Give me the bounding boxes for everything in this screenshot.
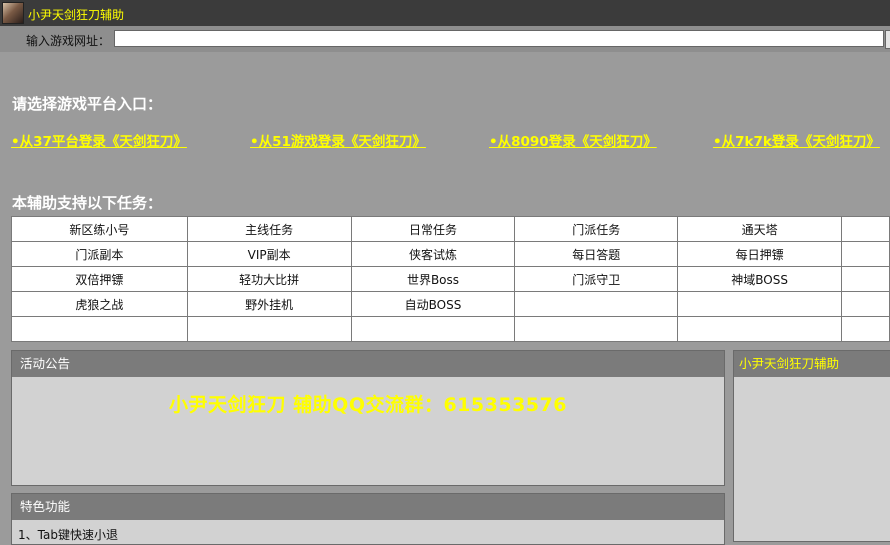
announcement-panel: 活动公告 小尹天剑狂刀 辅助QQ交流群：615353576: [11, 350, 725, 486]
task-cell: 双倍押镖: [11, 266, 188, 292]
platform-link-7k7k[interactable]: •从7k7k登录《天剑狂刀》: [713, 130, 880, 150]
task-cell: [841, 216, 890, 242]
task-table: 新区练小号 主线任务 日常任务 门派任务 通天塔 门派副本 VIP副本 侠客试炼 每日答题 每日押…: [11, 216, 890, 342]
platform-link-8090[interactable]: •从8090登录《天剑狂刀》: [489, 130, 657, 150]
task-cell: [350, 316, 516, 342]
window-title: 小尹天剑狂刀辅助: [28, 8, 125, 22]
features-title: 特色功能: [12, 494, 724, 520]
url-bar: 输入游戏网址：: [0, 26, 890, 52]
title-bar: 小尹天剑狂刀辅助: [0, 0, 890, 26]
app-icon: [2, 2, 24, 24]
task-row: 新区练小号 主线任务 日常任务 门派任务 通天塔: [11, 216, 890, 242]
task-cell: VIP副本: [186, 241, 352, 267]
task-cell: 新区练小号: [11, 216, 188, 242]
task-cell: [841, 266, 890, 292]
tasks-heading: 本辅助支持以下任务：: [12, 194, 163, 212]
task-cell: 门派副本: [11, 241, 188, 267]
task-cell: 世界Boss: [350, 266, 516, 292]
task-cell: 虎狼之战: [11, 291, 188, 317]
qq-group-message: 小尹天剑狂刀 辅助QQ交流群：615353576: [169, 394, 567, 416]
side-panel: 小尹天剑狂刀辅助: [733, 350, 890, 542]
task-cell: [514, 316, 679, 342]
task-row: 虎狼之战 野外挂机 自动BOSS: [11, 291, 890, 317]
task-cell: 自动BOSS: [350, 291, 516, 317]
side-panel-title: 小尹天剑狂刀辅助: [734, 351, 890, 377]
task-cell: 日常任务: [350, 216, 516, 242]
task-cell: 侠客试炼: [350, 241, 516, 267]
task-cell: [514, 291, 679, 317]
feature-item: 1、Tab键快速小退: [18, 528, 118, 542]
task-cell: 每日押镖: [677, 241, 843, 267]
task-cell: [677, 316, 843, 342]
platform-link-37[interactable]: •从37平台登录《天剑狂刀》: [11, 130, 187, 150]
announcement-title: 活动公告: [12, 351, 724, 377]
task-row: 门派副本 VIP副本 侠客试炼 每日答题 每日押镖: [11, 241, 890, 267]
task-row: [11, 316, 890, 342]
platform-heading: 请选择游戏平台入口：: [12, 95, 163, 113]
go-button[interactable]: [885, 30, 890, 49]
task-cell: 轻功大比拼: [186, 266, 352, 292]
task-cell: 门派守卫: [514, 266, 679, 292]
platform-link-51[interactable]: •从51游戏登录《天剑狂刀》: [250, 130, 426, 150]
task-cell: 神域BOSS: [677, 266, 843, 292]
task-cell: 通天塔: [677, 216, 843, 242]
task-cell: [841, 291, 890, 317]
game-url-input[interactable]: [114, 30, 884, 47]
task-cell: [677, 291, 843, 317]
task-cell: 每日答题: [514, 241, 679, 267]
task-row: 双倍押镖 轻功大比拼 世界Boss 门派守卫 神域BOSS: [11, 266, 890, 292]
task-cell: [186, 316, 352, 342]
task-cell: 门派任务: [514, 216, 679, 242]
task-cell: 野外挂机: [186, 291, 352, 317]
features-panel: 特色功能 1、Tab键快速小退: [11, 493, 725, 545]
task-cell: [11, 316, 188, 342]
task-cell: [841, 241, 890, 267]
task-cell: [841, 316, 890, 342]
task-cell: 主线任务: [186, 216, 352, 242]
url-label: 输入游戏网址：: [26, 34, 111, 48]
